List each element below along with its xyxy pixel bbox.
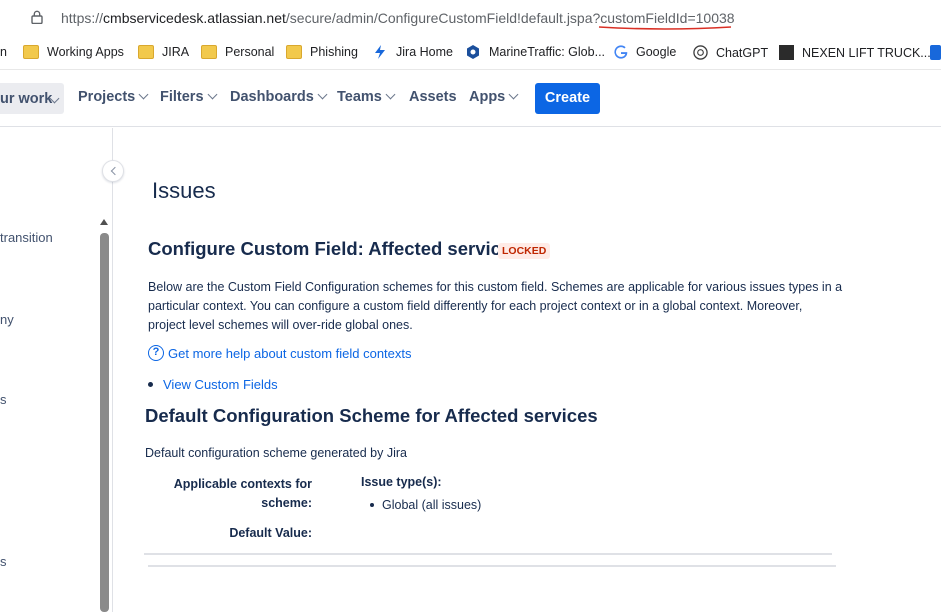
sidebar-item[interactable]: s: [0, 392, 7, 407]
url-param: customFieldId=10038: [600, 10, 735, 26]
bookmark-icon: [930, 45, 941, 60]
nav-your-work-label: ur work: [0, 91, 53, 107]
bookmark-working-apps[interactable]: Working Apps: [23, 45, 124, 59]
red-underline-annotation: [598, 26, 732, 30]
scrollbar-thumb[interactable]: [100, 233, 109, 612]
bookmark-label: n: [0, 45, 7, 59]
nav-apps-label: Apps: [469, 89, 506, 105]
nav-dashboards-label: Dashboards: [230, 89, 314, 105]
folder-icon: [23, 45, 39, 59]
bookmark-label: Google: [636, 45, 677, 59]
nav-projects-label: Projects: [78, 89, 136, 105]
default-value-label: Default Value:: [229, 526, 312, 540]
bookmark-label: NEXEN LIFT TRUCK...: [802, 45, 931, 60]
bookmark-jira[interactable]: JIRA: [138, 45, 189, 59]
view-custom-fields-link[interactable]: View Custom Fields: [163, 377, 278, 392]
applicable-contexts-label: Applicable contexts for scheme:: [173, 477, 312, 510]
sidebar: transition ny s s: [0, 128, 113, 612]
section-title: Configure Custom Field: Affected service…: [148, 238, 522, 259]
nexen-icon: [779, 45, 794, 60]
bookmarks-bar: n Working Apps JIRA Personal Phishing Ji…: [0, 36, 941, 70]
nav-filters[interactable]: Filters: [160, 89, 217, 105]
bookmark-label: MarineTraffic: Glob...: [489, 45, 606, 59]
top-navigation: ur work Projects Filters Dashboards Team…: [0, 70, 941, 127]
bookmark-jira-home[interactable]: Jira Home: [372, 45, 453, 59]
url-text[interactable]: https://cmbservicedesk.atlassian.net/sec…: [61, 10, 735, 26]
bookmark-personal[interactable]: Personal: [201, 45, 274, 59]
nav-filters-label: Filters: [160, 89, 204, 105]
sidebar-item[interactable]: s: [0, 554, 7, 569]
description: Below are the Custom Field Configuration…: [148, 280, 843, 332]
issue-type-item: Global (all issues): [370, 498, 481, 512]
chevron-left-icon: [110, 166, 120, 176]
nav-teams-label: Teams: [337, 89, 382, 105]
issue-type-label: Global (all issues): [382, 498, 482, 512]
bookmark-phishing[interactable]: Phishing: [286, 45, 358, 59]
address-bar[interactable]: https://cmbservicedesk.atlassian.net/sec…: [0, 0, 941, 36]
chevron-down-icon: [138, 89, 149, 100]
folder-icon: [286, 45, 302, 59]
sidebar-item[interactable]: ny: [0, 312, 14, 327]
page-title: Issues: [152, 178, 216, 203]
url-prefix: https://: [61, 10, 104, 26]
bookmark-overflow[interactable]: [930, 45, 941, 60]
issue-types-label: Issue type(s):: [361, 475, 442, 489]
bookmark-label: ChatGPT: [716, 45, 769, 60]
bookmark-google[interactable]: Google: [614, 45, 676, 59]
nav-projects[interactable]: Projects: [78, 89, 149, 105]
nav-dashboards[interactable]: Dashboards: [230, 89, 328, 105]
bookmark-chatgpt[interactable]: ChatGPT: [693, 45, 768, 60]
chevron-down-icon: [508, 89, 519, 100]
help-link-label: Get more help about custom field context…: [168, 345, 412, 361]
bookmark-label: Working Apps: [47, 45, 124, 59]
nav-assets[interactable]: Assets: [409, 89, 457, 105]
scroll-up-arrow-icon[interactable]: [100, 219, 108, 225]
help-icon: ?: [148, 345, 164, 361]
default-config-title: Default Configuration Scheme for Affecte…: [145, 405, 598, 426]
chevron-down-icon: [385, 89, 396, 100]
locked-badge: LOCKED: [498, 243, 551, 259]
bullet: [370, 502, 374, 507]
bookmark-label: Phishing: [310, 45, 358, 59]
chevron-down-icon: [317, 89, 328, 100]
folder-icon: [201, 45, 217, 59]
sidebar-collapse-button[interactable]: [102, 160, 124, 182]
create-button[interactable]: Create: [535, 83, 600, 114]
chatgpt-icon: [693, 45, 708, 60]
nav-assets-label: Assets: [409, 89, 457, 105]
view-custom-fields-item: View Custom Fields: [148, 377, 278, 392]
help-link[interactable]: ? Get more help about custom field conte…: [148, 345, 412, 361]
google-icon: [614, 45, 628, 59]
nav-teams[interactable]: Teams: [337, 89, 396, 105]
sidebar-item[interactable]: transition: [0, 230, 53, 245]
jira-icon: [375, 45, 385, 59]
divider: [144, 553, 832, 555]
bookmark-marinetraffic[interactable]: MarineTraffic: Glob...: [465, 45, 605, 59]
marinetraffic-icon: [467, 45, 479, 59]
chevron-down-icon: [207, 89, 217, 100]
nav-your-work[interactable]: ur work: [0, 83, 64, 114]
divider: [148, 565, 836, 567]
folder-icon: [138, 45, 154, 59]
bookmark-label: Personal: [225, 45, 275, 59]
default-config-description: Default configuration scheme generated b…: [145, 446, 407, 460]
nav-apps[interactable]: Apps: [469, 89, 519, 105]
url-host: cmbservicedesk.atlassian.net: [103, 10, 286, 26]
url-path: /secure/admin/ConfigureCustomField!defau…: [285, 10, 601, 26]
bookmark-label: Jira Home: [396, 45, 453, 59]
bookmark-nexen[interactable]: NEXEN LIFT TRUCK...: [779, 45, 931, 60]
bookmark-truncated[interactable]: n: [0, 45, 7, 59]
lock-icon[interactable]: [31, 10, 43, 24]
bullet: [148, 382, 153, 388]
bookmark-label: JIRA: [162, 45, 190, 59]
